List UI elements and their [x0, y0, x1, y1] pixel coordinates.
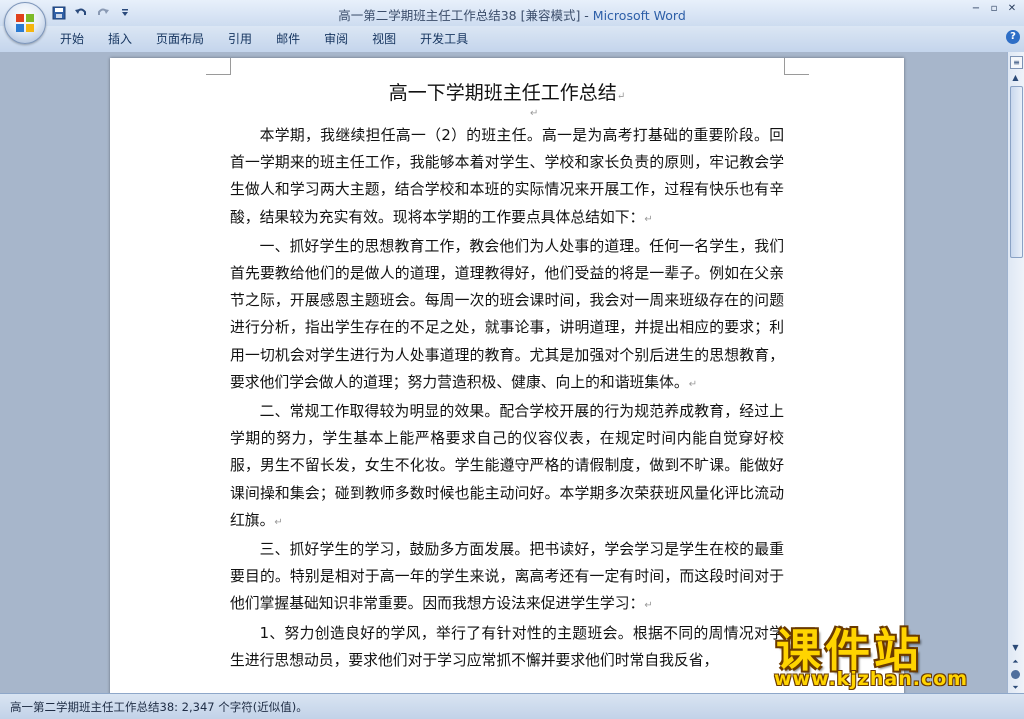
tab-references[interactable]: 引用 [216, 30, 264, 48]
status-bar: 高一第二学期班主任工作总结38: 2,347 个字符(近似值)。 [0, 693, 1024, 719]
document-body[interactable]: 本学期，我继续担任高一（2）的班主任。高一是为高考打基础的重要阶段。回首一学期来… [230, 122, 784, 674]
paragraph: 本学期，我继续担任高一（2）的班主任。高一是为高考打基础的重要阶段。回首一学期来… [230, 122, 784, 233]
scroll-thumb[interactable] [1010, 86, 1023, 258]
status-text: 高一第二学期班主任工作总结38: 2,347 个字符(近似值)。 [10, 700, 308, 714]
watermark-url: www.kjzhan.com [774, 668, 969, 690]
ribbon-tabs: 开始 插入 页面布局 引用 邮件 审阅 视图 开发工具 [48, 30, 480, 48]
window-controls: − ▫ ✕ [968, 2, 1020, 16]
tab-view[interactable]: 视图 [360, 30, 408, 48]
office-button[interactable] [4, 2, 46, 44]
paragraph-mark: ↵ [616, 91, 626, 102]
tab-page-layout[interactable]: 页面布局 [144, 30, 216, 48]
document-name: 高一第二学期班主任工作总结38 [兼容模式] - [338, 8, 593, 23]
paragraph: 三、抓好学生的学习，鼓励多方面发展。把书读好，学会学习是学生在校的最重要目的。特… [230, 536, 784, 620]
watermark: 课件站 www.kjzhan.com [772, 614, 1012, 694]
document-title: 高一下学期班主任工作总结↵ [230, 78, 784, 105]
tab-home[interactable]: 开始 [48, 30, 96, 48]
help-icon[interactable]: ? [1006, 30, 1020, 44]
document-workspace: 高一下学期班主任工作总结↵ ↵ 本学期，我继续担任高一（2）的班主任。高一是为高… [0, 52, 1008, 693]
restore-button[interactable]: ▫ [986, 2, 1002, 16]
paragraph-mark: ↵ [644, 213, 653, 225]
paragraph-mark: ↵ [644, 600, 653, 612]
paragraph-text: 二、常规工作取得较为明显的效果。配合学校开展的行为规范养成教育，经过上学期的努力… [230, 403, 784, 529]
vertical-scrollbar[interactable]: ≡ ▲ ▼ ⏶ ⏷ [1007, 52, 1024, 693]
scroll-up-arrow-icon[interactable]: ▲ [1010, 72, 1021, 83]
paragraph-text: 1、努力创造良好的学风，举行了有针对性的主题班会。根据不同的周情况对学生进行思想… [230, 624, 784, 669]
paragraph-text: 本学期，我继续担任高一（2）的班主任。高一是为高考打基础的重要阶段。回首一学期来… [230, 127, 784, 226]
paragraph: 二、常规工作取得较为明显的效果。配合学校开展的行为规范养成教育，经过上学期的努力… [230, 398, 784, 536]
document-title-text: 高一下学期班主任工作总结 [388, 82, 617, 104]
paragraph: 一、抓好学生的思想教育工作，教会他们为人处事的道理。任何一名学生，我们首先要教给… [230, 233, 784, 398]
minimize-button[interactable]: − [968, 2, 984, 16]
tab-developer[interactable]: 开发工具 [408, 30, 480, 48]
paragraph-mark: ↵ [274, 516, 283, 528]
paragraph-text: 一、抓好学生的思想教育工作，教会他们为人处事的道理。任何一名学生，我们首先要教给… [230, 237, 784, 391]
paragraph: 1、努力创造良好的学风，举行了有针对性的主题班会。根据不同的周情况对学生进行思想… [230, 620, 784, 674]
select-browse-object-icon[interactable] [1011, 670, 1020, 679]
document-page[interactable]: 高一下学期班主任工作总结↵ ↵ 本学期，我继续担任高一（2）的班主任。高一是为高… [110, 58, 904, 693]
tab-mailings[interactable]: 邮件 [264, 30, 312, 48]
title-bar: 高一第二学期班主任工作总结38 [兼容模式] - Microsoft Word … [0, 0, 1024, 26]
crop-mark-top-right [784, 58, 809, 75]
ruler-toggle-icon[interactable]: ≡ [1010, 56, 1023, 69]
app-name: Microsoft Word [592, 8, 686, 23]
tab-insert[interactable]: 插入 [96, 30, 144, 48]
window-title: 高一第二学期班主任工作总结38 [兼容模式] - Microsoft Word [0, 5, 1024, 24]
office-logo-icon [16, 14, 34, 32]
tab-review[interactable]: 审阅 [312, 30, 360, 48]
ribbon: 开始 插入 页面布局 引用 邮件 审阅 视图 开发工具 ? [0, 26, 1024, 53]
close-button[interactable]: ✕ [1004, 2, 1020, 16]
paragraph-text: 三、抓好学生的学习，鼓励多方面发展。把书读好，学会学习是学生在校的最重要目的。特… [230, 541, 784, 613]
crop-mark-top-left [206, 58, 231, 75]
paragraph-mark: ↵ [688, 378, 698, 390]
paragraph-mark: ↵ [530, 108, 539, 119]
